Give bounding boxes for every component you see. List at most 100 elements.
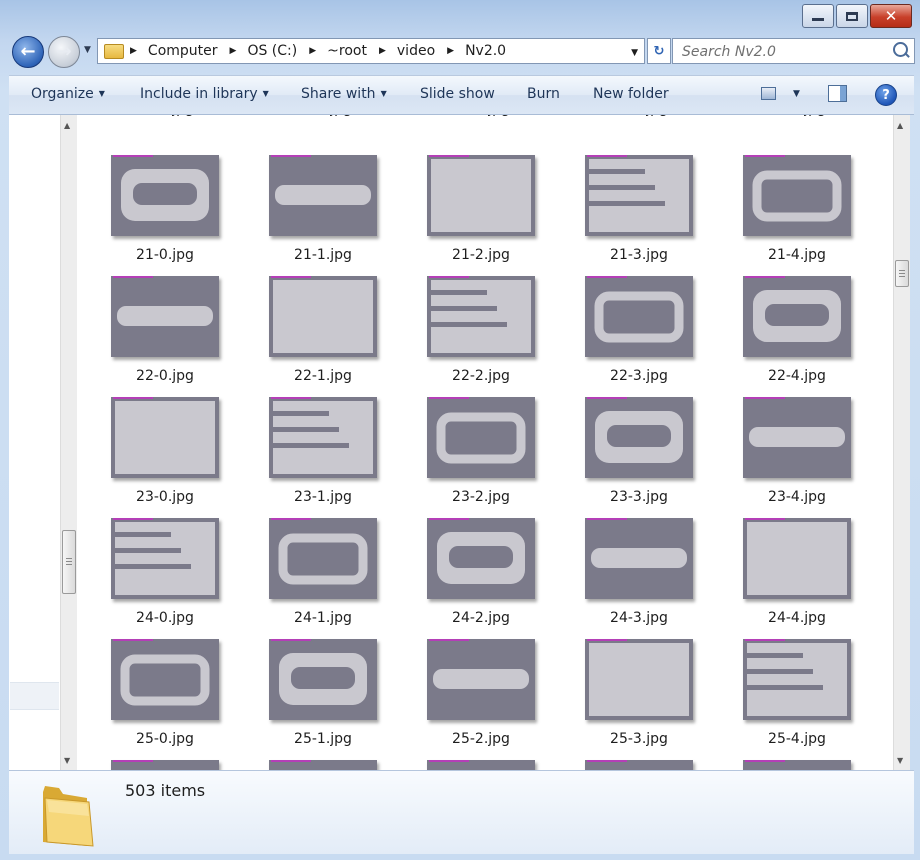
image-thumbnail[interactable] — [111, 639, 219, 720]
image-thumbnail[interactable] — [427, 760, 535, 770]
file-name[interactable]: 21-0.jpg — [111, 247, 219, 263]
file-name[interactable]: 24-2.jpg — [427, 610, 535, 626]
file-name[interactable]: 21-2.jpg — [427, 247, 535, 263]
scrollbar-thumb[interactable] — [895, 260, 909, 287]
burn-button[interactable]: Burn — [527, 86, 560, 102]
image-thumbnail[interactable] — [743, 397, 851, 478]
file-name[interactable]: 22-3.jpg — [585, 368, 693, 384]
file-name[interactable]: 24-4.jpg — [743, 610, 851, 626]
nav-pane-item[interactable] — [10, 682, 59, 710]
breadcrumb-separator-icon[interactable]: ▶ — [130, 46, 137, 56]
breadcrumb-separator-icon[interactable]: ▶ — [379, 46, 386, 56]
address-dropdown-icon[interactable]: ▼ — [631, 48, 638, 58]
image-thumbnail[interactable] — [269, 639, 377, 720]
file-name[interactable]: 22-4.jpg — [743, 368, 851, 384]
slide-show-button[interactable]: Slide show — [420, 86, 495, 102]
navigation-pane[interactable] — [9, 115, 60, 770]
file-name[interactable]: 25-1.jpg — [269, 731, 377, 747]
image-thumbnail[interactable] — [269, 397, 377, 478]
file-name[interactable]: 20-1.jpg — [269, 115, 377, 117]
file-name[interactable]: 25-3.jpg — [585, 731, 693, 747]
close-button[interactable]: ✕ — [870, 4, 912, 28]
maximize-button[interactable] — [836, 4, 868, 28]
file-name[interactable]: 20-2.jpg — [427, 115, 535, 117]
image-thumbnail[interactable] — [111, 276, 219, 357]
image-thumbnail[interactable] — [269, 276, 377, 357]
change-view-icon[interactable] — [761, 87, 776, 100]
navigation-pane-scrollbar[interactable]: ▲ ▼ — [60, 115, 77, 770]
image-thumbnail[interactable] — [743, 639, 851, 720]
image-thumbnail[interactable] — [111, 397, 219, 478]
file-list-scrollbar[interactable]: ▲ ▼ — [893, 115, 910, 770]
image-thumbnail[interactable] — [585, 760, 693, 770]
file-name[interactable]: 25-0.jpg — [111, 731, 219, 747]
image-thumbnail[interactable] — [269, 760, 377, 770]
view-options-chevron-icon[interactable]: ▼ — [793, 89, 800, 99]
image-thumbnail[interactable] — [585, 518, 693, 599]
file-name[interactable]: 25-4.jpg — [743, 731, 851, 747]
image-thumbnail[interactable] — [427, 639, 535, 720]
file-name[interactable]: 25-2.jpg — [427, 731, 535, 747]
file-name[interactable]: 23-4.jpg — [743, 489, 851, 505]
new-folder-button[interactable]: New folder — [593, 86, 669, 102]
image-thumbnail[interactable] — [427, 276, 535, 357]
image-thumbnail[interactable] — [585, 155, 693, 236]
image-thumbnail[interactable] — [585, 397, 693, 478]
include-in-library-menu[interactable]: Include in library ▼ — [140, 86, 269, 102]
file-list[interactable]: 20-0.jpg 20-1.jpg 20-2.jpg 20-3.jpg 20-4.jpg… — [77, 115, 893, 770]
image-thumbnail[interactable] — [585, 639, 693, 720]
minimize-button[interactable] — [802, 4, 834, 28]
image-thumbnail[interactable] — [585, 276, 693, 357]
file-name[interactable]: 22-2.jpg — [427, 368, 535, 384]
file-name[interactable]: 23-3.jpg — [585, 489, 693, 505]
file-name[interactable]: 20-0.jpg — [111, 115, 219, 117]
address-bar[interactable]: ▶ Computer ▶ OS (C:) ▶ ~root ▶ video ▶ N… — [97, 38, 645, 64]
refresh-button[interactable]: ↻ — [647, 38, 671, 64]
image-thumbnail[interactable] — [427, 518, 535, 599]
breadcrumb-video[interactable]: video — [397, 43, 435, 59]
search-icon[interactable] — [893, 42, 908, 57]
scrollbar-thumb[interactable] — [62, 530, 76, 594]
file-name[interactable]: 20-3.jpg — [585, 115, 693, 117]
share-with-menu[interactable]: Share with ▼ — [301, 86, 387, 102]
image-thumbnail[interactable] — [427, 155, 535, 236]
file-name[interactable]: 22-1.jpg — [269, 368, 377, 384]
image-thumbnail[interactable] — [743, 276, 851, 357]
organize-menu[interactable]: Organize ▼ — [31, 86, 105, 102]
image-thumbnail[interactable] — [427, 397, 535, 478]
image-thumbnail[interactable] — [269, 518, 377, 599]
back-button[interactable]: ← — [12, 36, 44, 68]
image-thumbnail[interactable] — [269, 155, 377, 236]
file-name[interactable]: 24-1.jpg — [269, 610, 377, 626]
help-icon[interactable]: ? — [875, 84, 897, 106]
file-name[interactable]: 24-0.jpg — [111, 610, 219, 626]
image-thumbnail[interactable] — [743, 760, 851, 770]
file-name[interactable]: 23-0.jpg — [111, 489, 219, 505]
image-thumbnail[interactable] — [743, 518, 851, 599]
search-box[interactable] — [672, 38, 915, 64]
file-name[interactable]: 21-4.jpg — [743, 247, 851, 263]
scroll-down-icon[interactable]: ▼ — [64, 756, 70, 765]
file-name[interactable]: 21-1.jpg — [269, 247, 377, 263]
image-thumbnail[interactable] — [743, 155, 851, 236]
image-thumbnail[interactable] — [111, 518, 219, 599]
file-name[interactable]: 23-2.jpg — [427, 489, 535, 505]
breadcrumb-nv2[interactable]: Nv2.0 — [465, 43, 506, 59]
breadcrumb-separator-icon[interactable]: ▶ — [447, 46, 454, 56]
file-name[interactable]: 21-3.jpg — [585, 247, 693, 263]
scroll-up-icon[interactable]: ▲ — [897, 121, 903, 130]
forward-button[interactable]: → — [48, 36, 80, 68]
preview-pane-icon[interactable] — [828, 85, 847, 102]
recent-pages-chevron-icon[interactable]: ▼ — [84, 45, 91, 55]
breadcrumb-separator-icon[interactable]: ▶ — [309, 46, 316, 56]
file-name[interactable]: 20-4.jpg — [743, 115, 851, 117]
breadcrumb-separator-icon[interactable]: ▶ — [230, 46, 237, 56]
search-input[interactable] — [680, 40, 884, 64]
file-name[interactable]: 24-3.jpg — [585, 610, 693, 626]
image-thumbnail[interactable] — [111, 155, 219, 236]
breadcrumb-os-c[interactable]: OS (C:) — [247, 43, 297, 59]
breadcrumb-root[interactable]: ~root — [327, 43, 367, 59]
scroll-down-icon[interactable]: ▼ — [897, 756, 903, 765]
breadcrumb-computer[interactable]: Computer — [148, 43, 218, 59]
scroll-up-icon[interactable]: ▲ — [64, 121, 70, 130]
